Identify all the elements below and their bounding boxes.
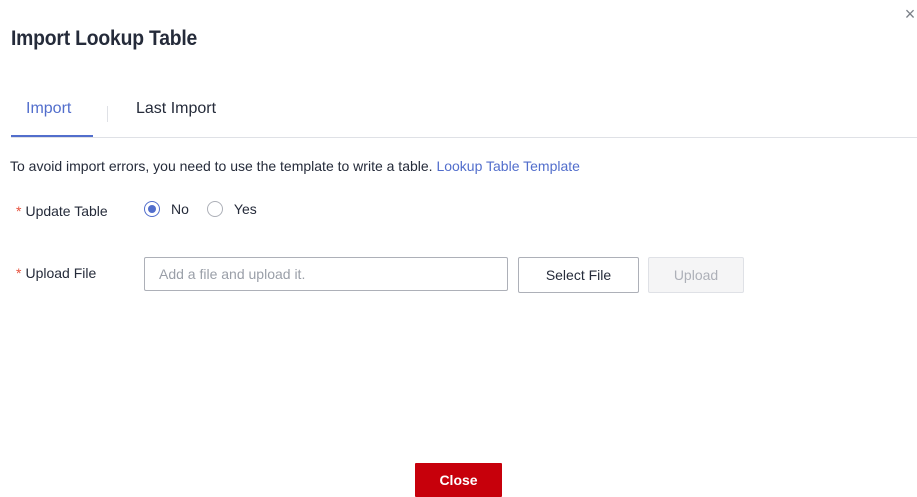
- tab-divider: [11, 137, 917, 138]
- update-table-label-text: Update Table: [25, 203, 108, 219]
- radio-yes[interactable]: Yes: [206, 201, 257, 217]
- radio-checked-icon[interactable]: [144, 201, 160, 217]
- close-button[interactable]: Close: [415, 463, 502, 497]
- radio-no-label: No: [171, 201, 189, 217]
- update-table-label: * Update Table: [16, 203, 108, 219]
- file-path-input[interactable]: Add a file and upload it.: [144, 257, 508, 291]
- import-lookup-table-dialog: × Import Lookup Table Import Last Import…: [0, 0, 917, 497]
- tab-import[interactable]: Import: [26, 100, 71, 118]
- hint-text: To avoid import errors, you need to use …: [10, 158, 433, 174]
- upload-file-label-text: Upload File: [25, 265, 97, 281]
- tab-last-import[interactable]: Last Import: [136, 100, 216, 118]
- tab-separator: [107, 106, 108, 122]
- radio-unchecked-icon[interactable]: [206, 201, 223, 217]
- upload-file-label: * Upload File: [16, 265, 96, 281]
- select-file-button[interactable]: Select File: [518, 257, 639, 293]
- radio-no[interactable]: No: [144, 201, 189, 217]
- required-mark: *: [16, 265, 22, 281]
- template-hint: To avoid import errors, you need to use …: [10, 158, 580, 174]
- tab-bar: Import Last Import: [11, 96, 917, 138]
- update-table-radio-group: No Yes: [144, 201, 275, 217]
- required-mark: *: [16, 203, 22, 219]
- close-icon[interactable]: ×: [903, 5, 917, 23]
- radio-yes-label: Yes: [233, 201, 257, 217]
- upload-button[interactable]: Upload: [648, 257, 744, 293]
- dialog-title: Import Lookup Table: [11, 27, 198, 50]
- lookup-table-template-link[interactable]: Lookup Table Template: [436, 158, 579, 174]
